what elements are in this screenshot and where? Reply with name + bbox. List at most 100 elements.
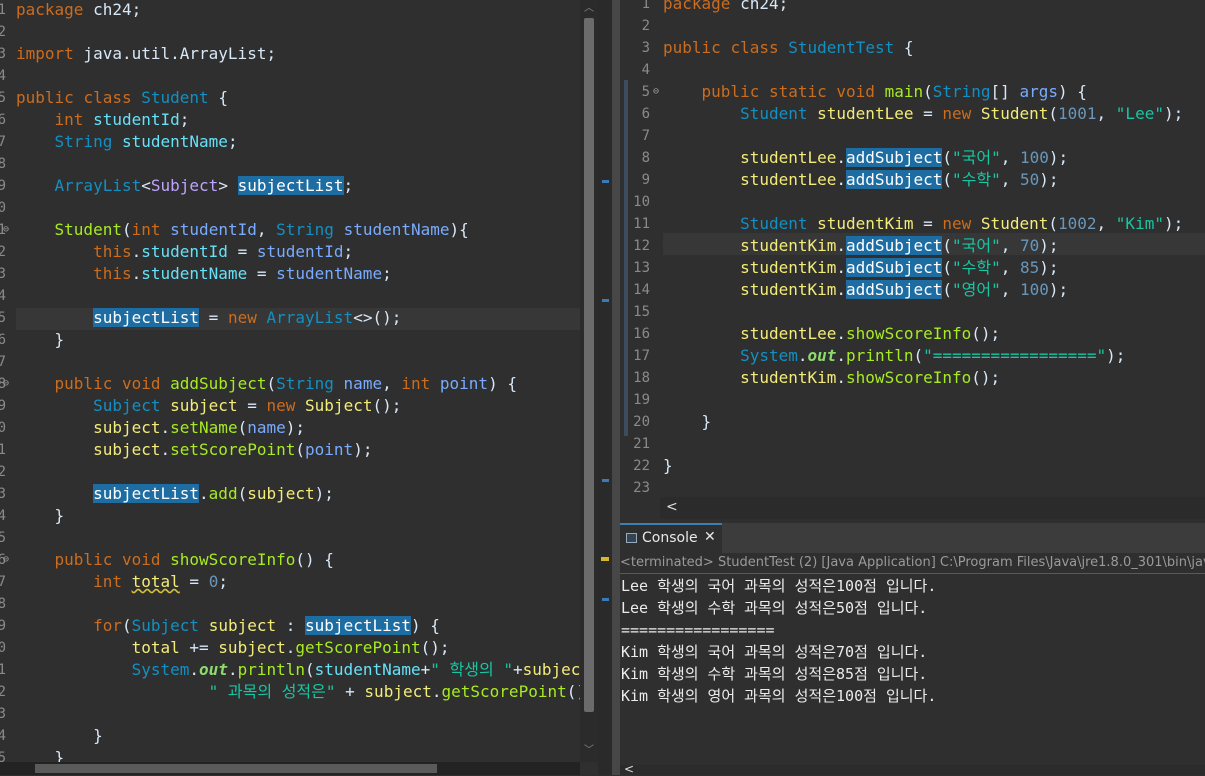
- code-line[interactable]: 5 ⊖ public static void main(String[] args…: [620, 81, 1205, 103]
- code-line[interactable]: 6 int studentId;: [0, 109, 580, 131]
- occurrence-marker[interactable]: [602, 180, 609, 183]
- code-line[interactable]: 3 import java.util.ArrayList;: [0, 43, 580, 65]
- scroll-left-icon[interactable]: <: [624, 762, 634, 776]
- code-line[interactable]: 0 subject.setName(name);: [0, 417, 580, 439]
- code-line[interactable]: 4 }: [0, 505, 580, 527]
- code-line[interactable]: 8 studentLee.addSubject("국어", 100);: [620, 147, 1205, 169]
- code-line[interactable]: 3 this.studentName = studentName;: [0, 263, 580, 285]
- code-line[interactable]: 0: [0, 197, 580, 219]
- code-line[interactable]: 6 Student studentLee = new Student(1001,…: [620, 103, 1205, 125]
- code-line[interactable]: 2 " 과목의 성적은" + subject.getScorePoint() +…: [0, 681, 580, 703]
- code-line[interactable]: 15: [620, 301, 1205, 323]
- code-line[interactable]: 6 ⊖ public void showScoreInfo() {: [0, 549, 580, 571]
- line-number: 8: [641, 150, 650, 166]
- code-line[interactable]: 9 Subject subject = new Subject();: [0, 395, 580, 417]
- code-line[interactable]: 8 ⊖ public void addSubject(String name, i…: [0, 373, 580, 395]
- occurrence-marker[interactable]: [602, 299, 609, 302]
- editor-splitter[interactable]: [612, 0, 620, 775]
- code-line[interactable]: 8: [0, 593, 580, 615]
- code-line[interactable]: 7: [0, 351, 580, 373]
- left-vertical-scroll-thumb[interactable]: [584, 18, 594, 712]
- studenttest-java-editor[interactable]: 1 package ch24; 2 3 public class StudentTest…: [620, 0, 1205, 497]
- code-line[interactable]: 12 studentKim.addSubject("국어", 70);: [620, 235, 1205, 257]
- code-token: System: [131, 660, 190, 679]
- code-token: .: [160, 440, 171, 459]
- code-line[interactable]: 13 studentKim.addSubject("수학", 85);: [620, 257, 1205, 279]
- occurrence-marker[interactable]: [602, 598, 609, 601]
- code-token: studentId: [93, 110, 180, 129]
- code-line[interactable]: 22}: [620, 455, 1205, 477]
- code-line[interactable]: 1 package ch24;: [620, 0, 1205, 15]
- line-number: 14: [633, 282, 650, 298]
- right-horizontal-scrollbar[interactable]: <: [660, 497, 1205, 519]
- left-horizontal-scrollbar[interactable]: [0, 762, 580, 775]
- code-token: (: [237, 418, 248, 437]
- code-line[interactable]: 17 System.out.println("=================…: [620, 345, 1205, 367]
- code-line[interactable]: 16 studentLee.showScoreInfo();: [620, 323, 1205, 345]
- code-line[interactable]: 6 }: [0, 329, 580, 351]
- code-line[interactable]: 3: [0, 703, 580, 725]
- scroll-down-icon[interactable]: ﹀: [580, 744, 598, 758]
- fold-toggle-icon[interactable]: ⊖: [3, 549, 9, 571]
- tab-console[interactable]: Console ✕: [620, 523, 722, 553]
- code-line[interactable]: 4: [620, 59, 1205, 81]
- code-line[interactable]: 23: [620, 477, 1205, 497]
- code-line[interactable]: 14 studentKim.addSubject("영어", 100);: [620, 279, 1205, 301]
- code-line[interactable]: 10: [620, 191, 1205, 213]
- code-line[interactable]: 21: [620, 433, 1205, 455]
- code-line[interactable]: 1 ⊖ Student(int studentId, String student…: [0, 219, 580, 241]
- fold-toggle-icon[interactable]: ⊖: [3, 373, 9, 395]
- code-line[interactable]: 4 }: [0, 725, 580, 747]
- code-line[interactable]: 0 total += subject.getScorePoint();: [0, 637, 580, 659]
- code-line[interactable]: 1 subject.setScorePoint(point);: [0, 439, 580, 461]
- code-line[interactable]: 1 package ch24;: [0, 0, 580, 21]
- code-line[interactable]: 9 ArrayList<Subject> subjectList;: [0, 175, 580, 197]
- warning-marker[interactable]: [601, 557, 609, 561]
- left-overview-ruler[interactable]: [598, 0, 612, 775]
- code-line[interactable]: 3 subjectList.add(subject);: [0, 483, 580, 505]
- occurrence-marker[interactable]: [602, 479, 609, 482]
- code-line[interactable]: 20 }: [620, 411, 1205, 433]
- code-line[interactable]: 4: [0, 285, 580, 307]
- left-horizontal-scroll-thumb[interactable]: [35, 764, 437, 773]
- code-line[interactable]: 7: [620, 125, 1205, 147]
- code-line[interactable]: 9 for(Subject subject : subjectList) {: [0, 615, 580, 637]
- code-line[interactable]: 1 System.out.println(studentName+" 학생의 "…: [0, 659, 580, 681]
- code-line[interactable]: 18 studentKim.showScoreInfo();: [620, 367, 1205, 389]
- code-line[interactable]: 3 public class StudentTest {: [620, 37, 1205, 59]
- scroll-left-icon[interactable]: <: [666, 499, 678, 515]
- code-token: );: [314, 484, 334, 503]
- line-number: 5: [0, 310, 6, 326]
- left-vertical-scrollbar[interactable]: ︿ ﹀: [580, 0, 598, 762]
- code-line[interactable]: 7 String studentName;: [0, 131, 580, 153]
- close-icon[interactable]: ✕: [704, 529, 716, 545]
- code-line[interactable]: 7 int total = 0;: [0, 571, 580, 593]
- console-horizontal-scrollbar[interactable]: <: [620, 762, 1205, 776]
- fold-toggle-icon[interactable]: ⊖: [3, 219, 9, 241]
- code-token: );: [1039, 170, 1059, 189]
- code-line[interactable]: 9 studentLee.addSubject("수학", 50);: [620, 169, 1205, 191]
- student-java-editor[interactable]: 1 package ch24; 2 3 import java.util.ArrayLi…: [0, 0, 580, 762]
- console-output[interactable]: Lee 학생의 국어 과목의 성적은100점 입니다. Lee 학생의 수학 과목…: [620, 575, 1205, 765]
- code-line[interactable]: 19: [620, 389, 1205, 411]
- code-line[interactable]: 4: [0, 65, 580, 87]
- code-line[interactable]: 2 this.studentId = studentId;: [0, 241, 580, 263]
- code-line[interactable]: 2: [0, 461, 580, 483]
- code-line[interactable]: 8: [0, 153, 580, 175]
- code-line[interactable]: 5 }: [0, 747, 580, 762]
- code-line[interactable]: 2: [620, 15, 1205, 37]
- code-token: 50: [1019, 170, 1040, 189]
- code-token: ;: [343, 176, 354, 195]
- code-line[interactable]: 5: [0, 527, 580, 549]
- code-text: this.studentName = studentName;: [16, 263, 392, 285]
- code-line[interactable]: 5 public class Student {: [0, 87, 580, 109]
- code-token: "영어": [952, 280, 1001, 299]
- scroll-up-icon[interactable]: ︿: [580, 2, 598, 16]
- fold-toggle-icon[interactable]: ⊖: [653, 81, 659, 103]
- code-line[interactable]: 2: [0, 21, 580, 43]
- code-line[interactable]: 11 Student studentKim = new Student(1002…: [620, 213, 1205, 235]
- code-line[interactable]: 5 subjectList = new ArrayList<>();: [0, 307, 580, 329]
